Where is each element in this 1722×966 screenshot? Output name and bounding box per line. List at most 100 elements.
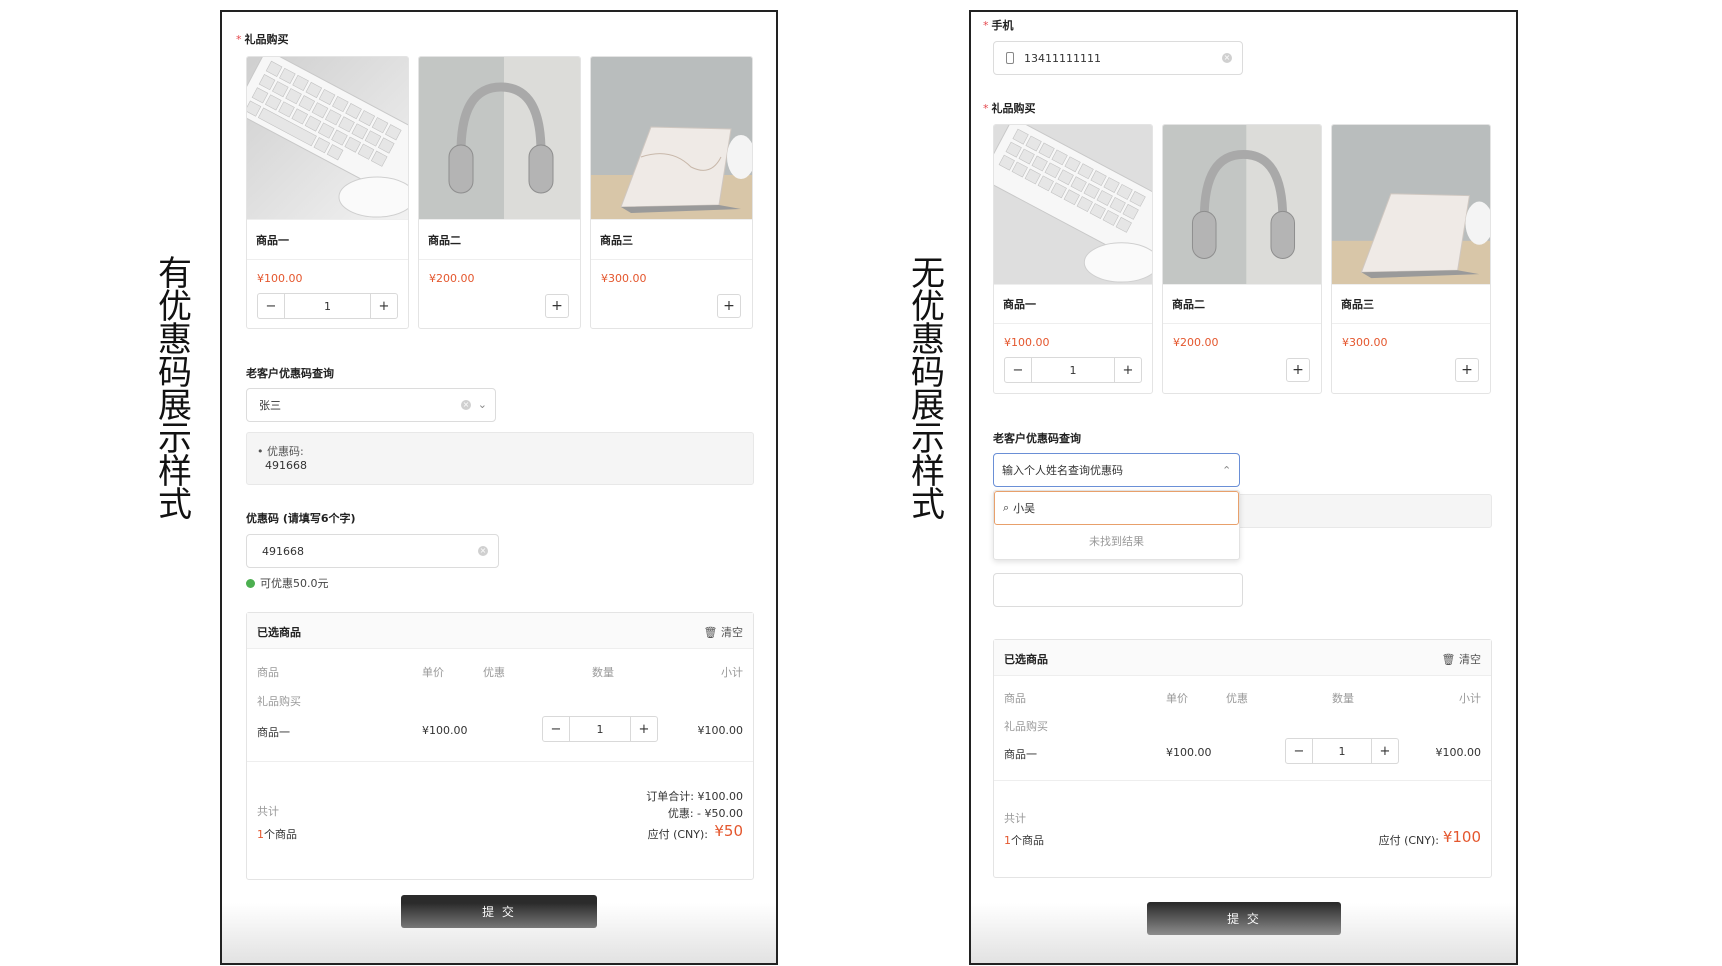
minus-button[interactable]: − (1286, 739, 1312, 763)
label-with-coupon: 有 优 惠 码 展 示 样 式 (158, 254, 192, 525)
selected-items-panel: 已选商品 🗑 清空 商品 单价 优惠 数量 小计 礼品购买 商品一 ¥100.0… (993, 639, 1492, 878)
trash-icon: 🗑 (1441, 653, 1456, 666)
selected-items-title: 已选商品 (257, 626, 301, 639)
payable-label: 应付 (CNY): (1378, 834, 1439, 847)
quantity-stepper[interactable]: − 1 + (257, 293, 398, 319)
total-label: 共计 (257, 805, 279, 818)
no-result-text: 未找到结果 (1089, 535, 1144, 548)
keyboard-image (994, 125, 1152, 284)
col-quantity: 数量 (592, 666, 614, 679)
phone-input[interactable]: 13411111111 × (993, 41, 1243, 75)
payable-amount: ¥50 (714, 822, 743, 840)
chevron-down-icon[interactable]: ⌄ (478, 398, 487, 411)
coupon-lookup-label: 老客户优惠码查询 (993, 432, 1081, 445)
col-unit-price: 单价 (422, 666, 444, 679)
minus-button[interactable]: − (258, 294, 284, 318)
quantity-value[interactable]: 1 (284, 294, 371, 318)
selected-name: 张三 (259, 399, 281, 412)
product-name: 商品二 (1172, 298, 1205, 311)
order-total: 订单合计: ¥100.00 (646, 790, 743, 803)
product-card[interactable]: 商品一 ¥100.00 − 1 + (246, 56, 409, 329)
col-product: 商品 (1004, 692, 1026, 705)
plus-button[interactable]: + (371, 294, 397, 318)
laptop-image (591, 57, 752, 219)
clear-all-button[interactable]: 🗑 清空 (1442, 651, 1481, 667)
trash-icon: 🗑 (703, 626, 718, 639)
product-name: 商品一 (1003, 298, 1036, 311)
label-without-coupon: 无 优 惠 码 展 示 样 式 (911, 254, 945, 525)
gift-purchase-label: * 礼品购买 (983, 102, 1036, 115)
screen-with-coupon: * 礼品购买 商品一 ¥100.00 − 1 + 商品二 ¥200.00 + 商… (220, 10, 778, 965)
add-button[interactable]: + (545, 294, 569, 318)
coupon-code-input[interactable] (993, 573, 1243, 607)
headphones-image (1163, 125, 1321, 284)
add-button[interactable]: + (1455, 358, 1479, 382)
check-circle-icon (246, 578, 255, 588)
name-search-input[interactable]: ⌕ 小吴 (994, 491, 1239, 525)
product-price: ¥200.00 (1173, 336, 1219, 349)
row-product-name: 商品一 (1004, 748, 1037, 761)
product-name: 商品三 (1341, 298, 1374, 311)
minus-button[interactable]: − (543, 717, 569, 741)
product-price: ¥200.00 (429, 272, 475, 285)
product-name: 商品二 (428, 234, 461, 247)
clear-all-button[interactable]: 🗑 清空 (704, 624, 743, 640)
coupon-code-value: 491668 (262, 544, 304, 558)
submit-button[interactable]: 提 交 (1147, 902, 1341, 935)
quantity-value[interactable]: 1 (1312, 739, 1372, 763)
add-button[interactable]: + (1286, 358, 1310, 382)
col-subtotal: 小计 (721, 666, 743, 679)
col-subtotal: 小计 (1459, 692, 1481, 705)
submit-button[interactable]: 提 交 (401, 895, 597, 928)
plus-button[interactable]: + (1372, 739, 1398, 763)
customer-name-select[interactable]: 输入个人姓名查询优惠码 ⌄ (993, 453, 1240, 487)
row-subtotal: ¥100.00 (1435, 746, 1482, 759)
product-name: 商品三 (600, 234, 633, 247)
coupon-valid-hint: 可优惠50.0元 (246, 575, 329, 591)
row-quantity-stepper[interactable]: − 1 + (1285, 738, 1399, 764)
product-name: 商品一 (256, 234, 289, 247)
search-icon: ⌕ (1003, 501, 1010, 514)
product-price: ¥100.00 (257, 272, 303, 285)
selected-items-title: 已选商品 (1004, 653, 1048, 666)
product-card[interactable]: 商品三 ¥300.00 + (590, 56, 753, 329)
item-count: 1个商品 (257, 828, 297, 841)
product-card[interactable]: 商品二 ¥200.00 + (418, 56, 581, 329)
plus-button[interactable]: + (631, 717, 657, 741)
payable-label: 应付 (CNY): (647, 828, 708, 841)
col-discount: 优惠 (483, 666, 505, 679)
coupon-result-value: 491668 (265, 459, 307, 472)
item-count: 1个商品 (1004, 834, 1044, 847)
row-unit-price: ¥100.00 (422, 724, 468, 737)
name-search-dropdown: ⌕ 小吴 未找到结果 (993, 490, 1240, 560)
quantity-stepper[interactable]: − 1 + (1004, 357, 1142, 383)
required-mark: * (983, 19, 989, 32)
row-subtotal: ¥100.00 (697, 724, 744, 737)
chevron-up-icon[interactable]: ⌄ (1222, 463, 1231, 476)
group-name: 礼品购买 (1004, 720, 1048, 733)
phone-icon (1006, 52, 1014, 64)
customer-name-select[interactable]: 张三 × ⌄ (246, 388, 496, 422)
phone-label: * 手机 (983, 19, 1014, 32)
product-card[interactable]: 商品一 ¥100.00 − 1 + (993, 124, 1153, 394)
gift-purchase-label: * 礼品购买 (236, 33, 289, 46)
clear-icon[interactable]: × (1222, 53, 1232, 63)
phone-value: 13411111111 (1024, 51, 1101, 65)
coupon-result-label: • 优惠码: (257, 445, 304, 458)
coupon-code-input[interactable]: 491668 × (246, 534, 499, 568)
product-card[interactable]: 商品二 ¥200.00 + (1162, 124, 1322, 394)
quantity-value[interactable]: 1 (1031, 358, 1115, 382)
row-quantity-stepper[interactable]: − 1 + (542, 716, 658, 742)
plus-button[interactable]: + (1115, 358, 1141, 382)
laptop-image (1332, 125, 1490, 284)
minus-button[interactable]: − (1005, 358, 1031, 382)
coupon-result-box: • 优惠码: 491668 (246, 432, 754, 485)
clear-icon[interactable]: × (461, 400, 471, 410)
product-price: ¥300.00 (1342, 336, 1388, 349)
clear-icon[interactable]: × (478, 546, 488, 556)
add-button[interactable]: + (717, 294, 741, 318)
quantity-value[interactable]: 1 (569, 717, 631, 741)
product-card[interactable]: 商品三 ¥300.00 + (1331, 124, 1491, 394)
row-product-name: 商品一 (257, 726, 290, 739)
keyboard-image (247, 57, 408, 219)
